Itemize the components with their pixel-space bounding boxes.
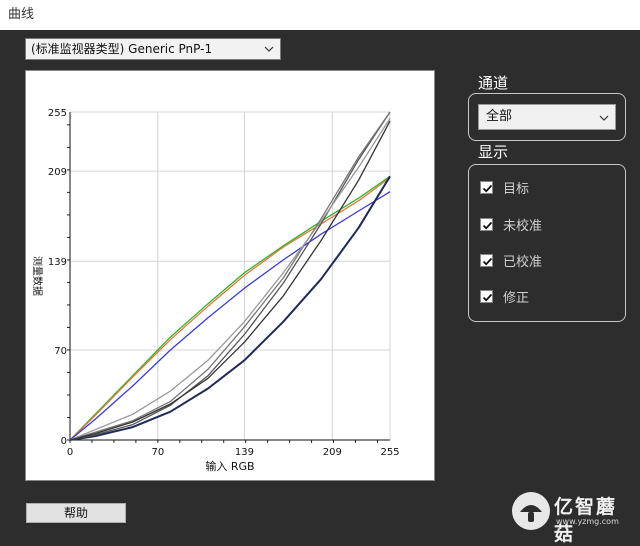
- channel-dropdown[interactable]: 全部: [478, 104, 616, 130]
- checkmark-icon: [482, 221, 493, 229]
- x-tick-label: 0: [67, 447, 73, 458]
- mushroom-logo-icon: [512, 492, 550, 530]
- checkmark-icon: [482, 184, 493, 192]
- series-line-3: [69, 175, 391, 441]
- y-tick-label: 255: [48, 108, 67, 119]
- x-tick-label: 139: [235, 447, 254, 458]
- display-option-uncalibrated[interactable]: 未校准: [480, 214, 542, 234]
- help-button[interactable]: 帮助: [26, 503, 126, 523]
- target-checkbox[interactable]: [480, 180, 493, 194]
- target-checkbox-label: 目标: [503, 181, 530, 197]
- curves-chart: 0 70 139 209 255 0 70 139 209 255 输入 RGB 测量数据: [31, 108, 400, 473]
- chevron-down-icon: [264, 46, 274, 52]
- display-option-calibrated[interactable]: 已校准: [480, 250, 542, 270]
- x-tick-label: 255: [380, 447, 399, 458]
- profile-dropdown-value: (标准监视器类型) Generic PnP-1: [31, 42, 213, 56]
- calibrated-checkbox-label: 已校准: [503, 254, 543, 270]
- checkmark-icon: [482, 293, 493, 301]
- chevron-down-icon: [599, 115, 609, 121]
- window-title: 曲线: [8, 7, 35, 22]
- display-option-correction[interactable]: 修正: [480, 286, 529, 306]
- uncalibrated-checkbox[interactable]: [480, 217, 493, 231]
- y-tick-label: 209: [48, 167, 67, 178]
- series-line-2: [69, 191, 391, 441]
- display-label: 显示: [478, 143, 509, 161]
- logo-url: www.yzmg.com: [556, 517, 619, 526]
- display-option-target[interactable]: 目标: [480, 177, 529, 197]
- correction-checkbox-label: 修正: [503, 290, 530, 306]
- checkmark-icon: [482, 257, 493, 265]
- x-axis-label: 输入 RGB: [205, 459, 254, 473]
- curves-chart-panel: 0 70 139 209 255 0 70 139 209 255 输入 RGB 测量数据: [25, 70, 435, 481]
- series-line-0: [69, 175, 391, 441]
- series-line-1: [69, 177, 391, 441]
- y-tick-label: 70: [54, 346, 67, 357]
- calibrated-checkbox[interactable]: [480, 253, 493, 267]
- y-tick-label: 139: [48, 257, 67, 268]
- title-bar: 曲线: [0, 0, 640, 30]
- uncalibrated-checkbox-label: 未校准: [503, 218, 543, 234]
- brand-logo: 亿智蘑菇 www.yzmg.com: [512, 488, 634, 545]
- channel-dropdown-value: 全部: [486, 109, 513, 124]
- correction-checkbox[interactable]: [480, 289, 493, 303]
- channel-label: 通道: [478, 74, 509, 92]
- profile-dropdown[interactable]: (标准监视器类型) Generic PnP-1: [25, 38, 281, 60]
- x-tick-label: 70: [151, 447, 164, 458]
- x-tick-label: 209: [323, 447, 342, 458]
- y-axis-label: 测量数据: [31, 256, 44, 296]
- y-tick-label: 0: [61, 436, 67, 447]
